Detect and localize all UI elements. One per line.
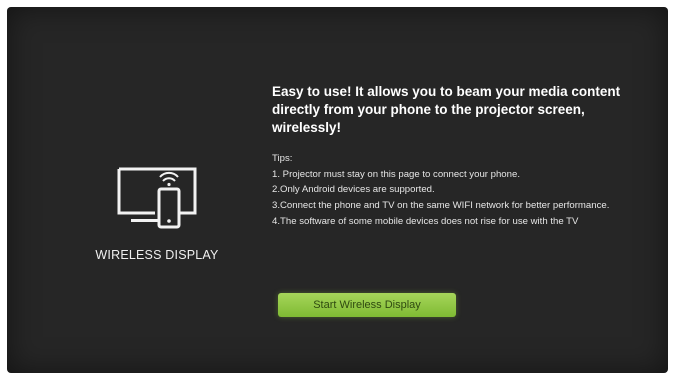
- start-wireless-display-button[interactable]: Start Wireless Display: [278, 293, 456, 317]
- tips-title: Tips:: [272, 153, 293, 164]
- screen-mirroring-icon: [117, 167, 197, 229]
- tip-item-3: 3.Connect the phone and TV on the same W…: [272, 200, 610, 212]
- tip-item-1: 1. Projector must stay on this page to c…: [272, 168, 520, 180]
- tips-section: Tips: 1. Projector must stay on this pag…: [272, 151, 642, 230]
- tip-item-2: 2.Only Android devices are supported.: [272, 184, 435, 196]
- headline: Easy to use! It allows you to beam your …: [272, 84, 621, 135]
- app-title: WIRELESS DISPLAY: [95, 248, 219, 262]
- tip-item-4: 4.The software of some mobile devices do…: [272, 215, 579, 227]
- projector-screen: WIRELESS DISPLAY Easy to use! It allows …: [7, 7, 668, 373]
- wireless-display-panel: WIRELESS DISPLAY: [77, 147, 257, 277]
